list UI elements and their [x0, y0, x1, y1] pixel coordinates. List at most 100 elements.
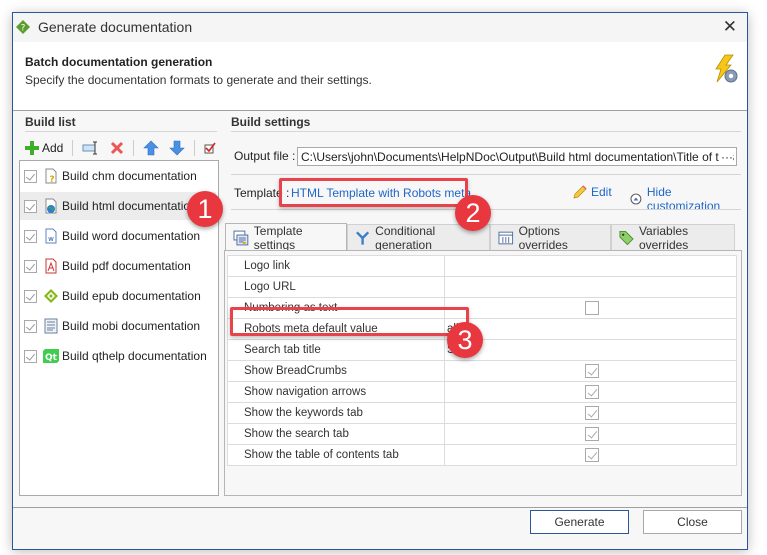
annotation-box-template: [279, 178, 468, 207]
divider: [231, 131, 741, 132]
tab-template-settings[interactable]: Template settings: [225, 223, 347, 252]
build-item-label: Build mobi documentation: [62, 319, 201, 333]
annotation-badge-3: 3: [447, 322, 483, 358]
table-row[interactable]: Logo link: [227, 255, 737, 277]
setting-name: Search tab title: [227, 339, 445, 361]
build-item-checkbox[interactable]: [24, 319, 37, 333]
delete-button[interactable]: [107, 141, 127, 155]
collapse-circle-icon: [630, 193, 642, 205]
template-settings-icon: [233, 230, 249, 245]
tab-label: Options overrides: [518, 223, 568, 252]
chm-icon: ?: [45, 168, 57, 184]
move-down-button[interactable]: [166, 140, 188, 156]
build-settings-title: Build settings: [231, 115, 311, 129]
rename-icon: [82, 141, 98, 155]
tab-label: Template settings: [253, 223, 303, 252]
svg-text:?: ?: [49, 175, 54, 184]
build-item-checkbox[interactable]: [24, 229, 37, 243]
build-list-title: Build list: [25, 115, 76, 129]
setting-value[interactable]: [444, 255, 737, 277]
setting-name: Show BreadCrumbs: [227, 360, 445, 382]
title-bar: ? Generate documentation ✕: [13, 13, 747, 42]
setting-value[interactable]: all: [444, 318, 737, 340]
build-item-label: Build html documentation: [62, 199, 197, 213]
html-icon: [45, 198, 57, 214]
build-item-label: Build chm documentation: [62, 169, 197, 183]
check-all-icon: [204, 142, 216, 154]
build-item-checkbox[interactable]: [24, 259, 37, 273]
setting-checkbox[interactable]: [584, 364, 599, 378]
setting-name: Logo link: [227, 255, 445, 277]
build-item-checkbox[interactable]: [24, 199, 37, 213]
build-item-label: Build epub documentation: [62, 289, 201, 303]
setting-value[interactable]: [444, 276, 737, 298]
setting-value[interactable]: Sea: [444, 339, 737, 361]
build-item-checkbox[interactable]: [24, 349, 37, 363]
move-up-button[interactable]: [140, 140, 162, 156]
template-settings-panel: Logo link Logo URL Numbering as text Rob…: [224, 250, 742, 496]
pencil-icon: [573, 185, 587, 199]
table-row[interactable]: Show the keywords tab: [227, 402, 737, 424]
annotation-box-robots-meta: [230, 307, 469, 336]
tab-variables-overrides[interactable]: Variables overrides: [611, 224, 735, 252]
generate-button[interactable]: Generate: [530, 510, 629, 534]
build-item-chm[interactable]: ? Build chm documentation: [20, 162, 216, 190]
setting-checkbox[interactable]: [584, 448, 599, 462]
setting-checkbox[interactable]: [584, 427, 599, 441]
browse-button[interactable]: ···: [719, 148, 733, 165]
build-item-checkbox[interactable]: [24, 169, 37, 183]
setting-checkbox[interactable]: [584, 385, 599, 399]
build-item-word[interactable]: w Build word documentation: [20, 222, 216, 250]
arrow-down-icon: [169, 140, 186, 156]
pdf-icon: [45, 258, 57, 274]
arrow-up-icon: [143, 140, 160, 156]
output-file-input[interactable]: C:\Users\john\Documents\HelpNDoc\Output\…: [297, 147, 737, 166]
variables-tag-icon: [619, 230, 634, 245]
edit-label: Edit: [591, 185, 612, 199]
build-item-checkbox[interactable]: [24, 289, 37, 303]
build-item-qthelp[interactable]: Qt Build qthelp documentation: [20, 342, 216, 370]
table-row[interactable]: Logo URL: [227, 276, 737, 298]
build-item-mobi[interactable]: Build mobi documentation: [20, 312, 216, 340]
helpndoc-diamond-icon: ?: [16, 20, 30, 34]
table-row[interactable]: Show navigation arrows: [227, 381, 737, 403]
rename-button[interactable]: [79, 141, 103, 155]
toolbar-separator: [133, 140, 135, 156]
setting-name: Show the search tab: [227, 423, 445, 445]
build-item-label: Build qthelp documentation: [62, 349, 207, 363]
add-label: Add: [42, 141, 64, 155]
generate-documentation-dialog: ? Generate documentation ✕ Batch documen…: [12, 12, 748, 550]
build-item-label: Build word documentation: [62, 229, 201, 243]
footer-divider: [13, 507, 747, 508]
close-button[interactable]: Close: [643, 510, 742, 534]
output-file-value: C:\Users\john\Documents\HelpNDoc\Output\…: [301, 150, 737, 164]
qt-icon: Qt: [43, 349, 59, 363]
table-row[interactable]: Show the search tab: [227, 423, 737, 445]
svg-text:Qt: Qt: [45, 353, 58, 363]
build-list-toolbar: Add: [22, 136, 219, 160]
table-row[interactable]: Show the table of contents tab: [227, 444, 737, 466]
tab-options-overrides[interactable]: Options overrides: [490, 223, 611, 252]
divider: [231, 174, 741, 175]
setting-name: Show the keywords tab: [227, 402, 445, 424]
setting-name: Show navigation arrows: [227, 381, 445, 403]
setting-checkbox[interactable]: [584, 406, 599, 420]
build-item-epub[interactable]: Build epub documentation: [20, 282, 216, 310]
close-icon[interactable]: ✕: [723, 17, 737, 37]
build-item-pdf[interactable]: Build pdf documentation: [20, 252, 216, 280]
plus-icon: [25, 141, 39, 155]
check-all-button[interactable]: [201, 142, 219, 154]
options-icon: [498, 231, 514, 244]
dialog-header: Batch documentation generation Specify t…: [13, 42, 747, 111]
setting-name: Show the table of contents tab: [227, 444, 445, 466]
epub-icon: [44, 289, 58, 303]
edit-template-button[interactable]: Edit: [573, 185, 612, 199]
add-button[interactable]: Add: [22, 141, 66, 155]
header-subtitle: Specify the documentation formats to gen…: [25, 73, 372, 87]
table-row[interactable]: Show BreadCrumbs: [227, 360, 737, 382]
toolbar-separator: [72, 140, 74, 156]
divider: [25, 131, 217, 132]
mobi-icon: [44, 318, 58, 334]
setting-checkbox[interactable]: [584, 301, 599, 315]
output-file-label: Output file :: [234, 149, 296, 163]
